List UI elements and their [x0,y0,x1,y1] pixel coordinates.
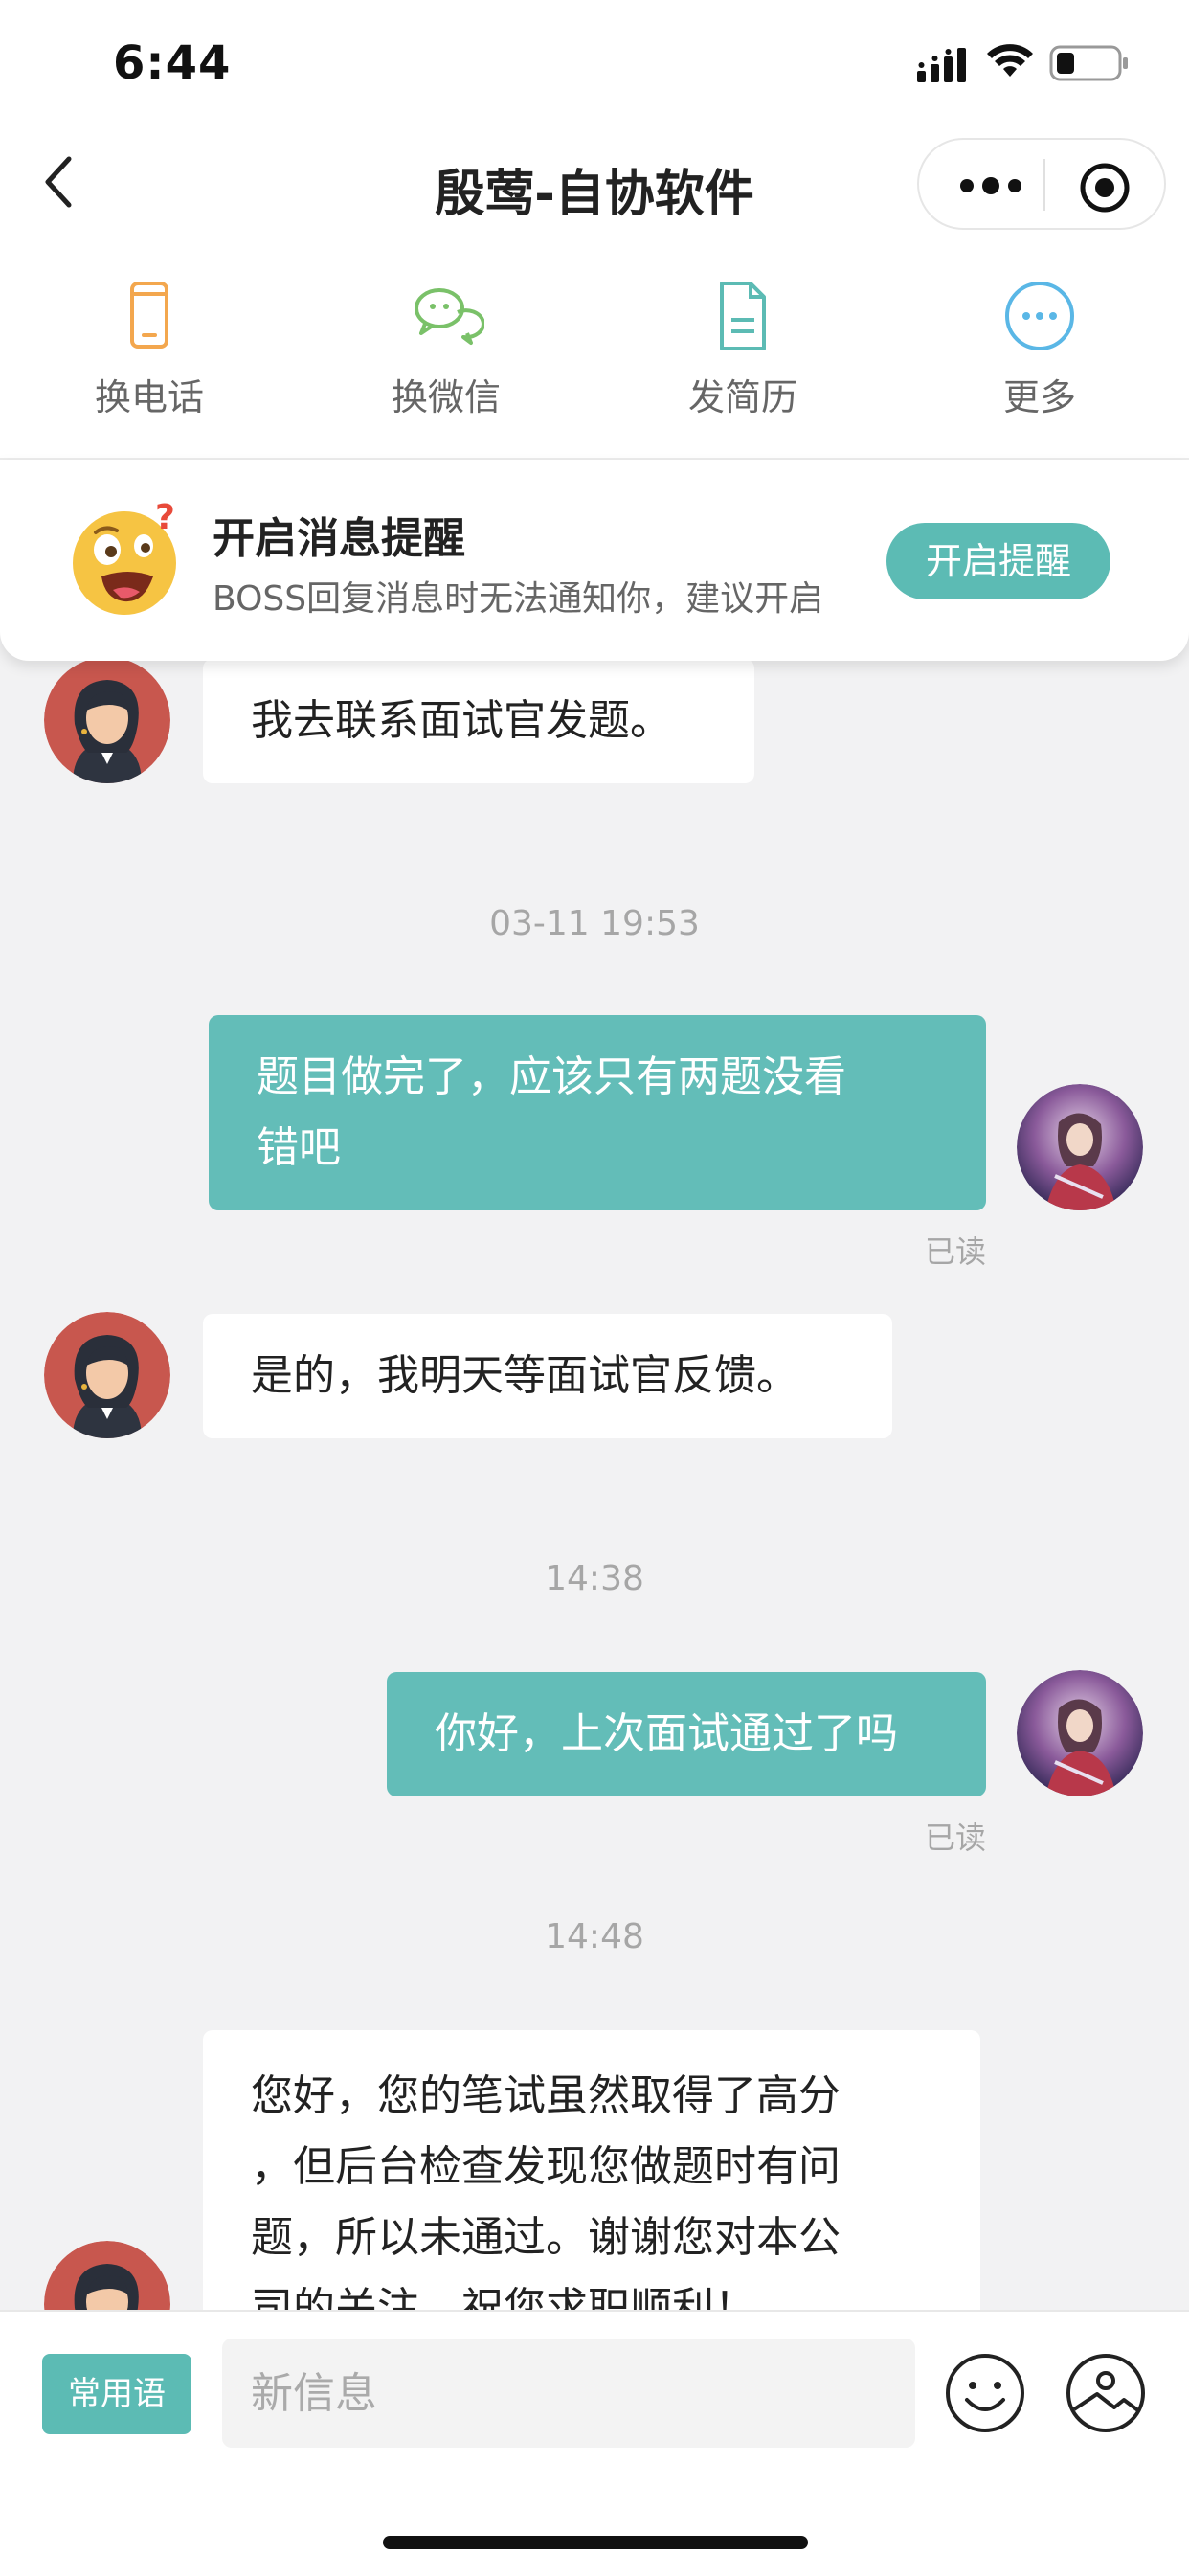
message-bubble-incoming[interactable]: 是的，我明天等面试官反馈。 [203,1314,892,1438]
message-text-line: 题目做完了，应该只有两题没看 [257,1052,846,1101]
status-time: 6:44 [113,36,232,90]
timestamp: 14:38 [545,1559,644,1598]
user-avatar[interactable] [1017,1670,1143,1796]
svg-text:?: ? [155,500,175,537]
capsule-divider [1043,159,1045,211]
message-bubble-incoming[interactable]: 我去联系面试官发题。 [203,659,754,783]
resume-icon [720,282,766,350]
message-bubble-outgoing[interactable]: 题目做完了，应该只有两题没看 错吧 [209,1015,986,1210]
message-text: 你好，上次面试通过了吗 [435,1709,898,1758]
action-more[interactable]: 更多 [944,278,1135,420]
more-icon [1005,282,1074,350]
message-text-line: ，但后台检查发现您做题时有问 [251,2142,841,2191]
confused-emoji-icon: ? [73,500,176,615]
action-label: 换微信 [391,376,501,418]
notice-title: 开启消息提醒 [213,514,465,563]
action-change-wechat[interactable]: 换微信 [350,278,542,420]
wechat-icon [415,288,484,345]
image-picker-icon[interactable] [1065,2352,1147,2434]
emoji-icon[interactable] [944,2352,1026,2434]
wifi-icon [987,44,1033,77]
message-text-line: 错吧 [257,1123,341,1172]
action-send-resume[interactable]: 发简历 [647,278,839,420]
message-text-line: 您好，您的笔试虽然取得了高分 [251,2071,841,2120]
common-phrases-button[interactable]: 常用语 [42,2354,191,2434]
notice-description: BOSS回复消息时无法通知你，建议开启 [213,579,824,619]
user-avatar[interactable] [1017,1084,1143,1210]
message-bubble-incoming[interactable]: 您好，您的笔试虽然取得了高分 ，但后台检查发现您做题时有问 题，所以未通过。谢谢… [203,2030,980,2337]
read-status: 已读 [924,1233,986,1270]
message-input[interactable] [222,2339,915,2448]
phone-icon [130,282,168,349]
message-bubble-outgoing[interactable]: 你好，上次面试通过了吗 [387,1672,986,1796]
recruiter-avatar[interactable] [44,1312,170,1438]
more-dots-icon[interactable] [957,167,1024,205]
recruiter-avatar[interactable] [44,657,170,783]
timestamp: 03-11 19:53 [489,904,700,943]
action-label: 换电话 [94,376,204,418]
message-text: 我去联系面试官发题。 [251,696,672,745]
message-text: 是的，我明天等面试官反馈。 [251,1351,798,1400]
action-label: 更多 [1002,376,1076,418]
enable-reminder-button[interactable]: 开启提醒 [886,523,1110,599]
action-change-phone[interactable]: 换电话 [54,278,245,420]
message-text-line: 题，所以未通过。谢谢您对本公 [251,2213,841,2262]
timestamp: 14:48 [545,1917,644,1956]
action-label: 发简历 [687,376,797,418]
read-status: 已读 [924,1819,986,1856]
close-target-icon[interactable] [1078,161,1132,215]
mini-program-capsule [917,138,1166,230]
home-indicator [383,2536,808,2549]
battery-icon [1049,45,1128,81]
cellular-signal-icon [917,48,966,82]
